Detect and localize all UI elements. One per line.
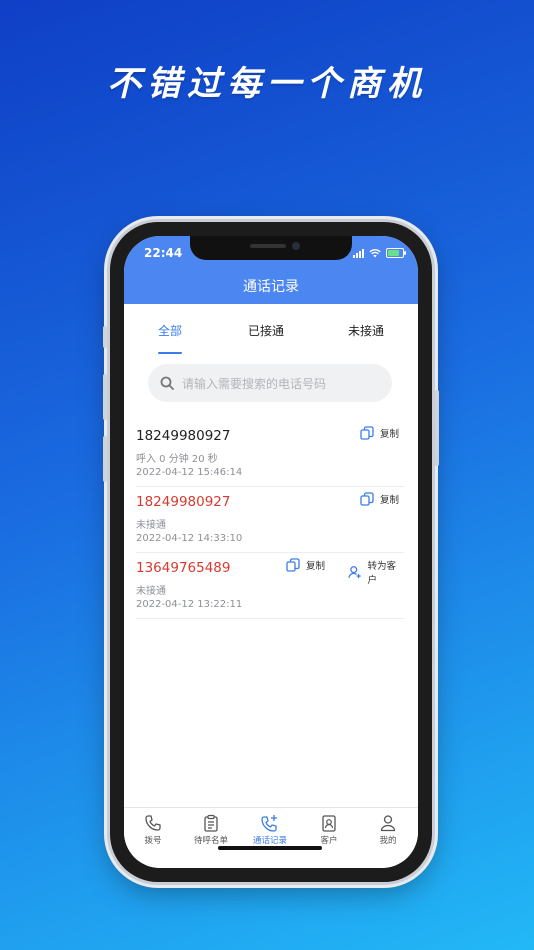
contact-card-icon [322, 815, 336, 832]
page-title: 通话记录 [243, 279, 299, 295]
header-bar: 22:44 通话记录 [124, 236, 418, 304]
tab-missed[interactable]: 未接通 [348, 322, 384, 339]
convert-label: 转为客户 [367, 561, 396, 586]
add-user-icon [348, 566, 361, 579]
mute-switch [103, 326, 107, 348]
status-icons [353, 248, 406, 258]
phone-icon [145, 815, 161, 831]
record-desc: 未接通 [136, 586, 166, 597]
copy-button[interactable]: 复制 [360, 492, 399, 506]
record-number: 18249980927 [136, 428, 231, 444]
notch [190, 236, 352, 260]
volume-up-button [103, 374, 107, 420]
record-desc: 未接通 [136, 520, 166, 531]
copy-label: 复制 [306, 561, 326, 572]
tabbar-label: 待呼名单 [193, 836, 228, 846]
copy-icon [286, 558, 300, 572]
tab-connected[interactable]: 已接通 [248, 322, 284, 339]
phone-plus-icon [261, 815, 277, 832]
copy-icon [360, 426, 374, 440]
status-time: 22:44 [144, 246, 183, 260]
tabbar-label: 拨号 [144, 836, 162, 846]
volume-down-button [103, 436, 107, 482]
tab-indicator [158, 352, 182, 354]
copy-button[interactable]: 复制 [360, 426, 399, 440]
call-record[interactable]: 13649765489 未接通 2022-04-12 13:22:11 复制 转… [136, 552, 404, 619]
app-screen: 22:44 通话记录 全部 已接通 未接通 请输入需要搜索的电话号码 18249… [124, 236, 418, 868]
battery-icon [386, 248, 406, 258]
home-indicator [218, 846, 322, 850]
tabbar-call-list[interactable]: 待呼名单 [182, 814, 240, 846]
tabbar-label: 客户 [320, 836, 338, 846]
search-icon [160, 376, 174, 390]
tabbar-call-records[interactable]: 通话记录 [241, 814, 299, 846]
copy-button[interactable]: 复制 [286, 558, 325, 572]
user-icon [380, 815, 396, 832]
copy-label: 复制 [380, 495, 400, 506]
tabbar-customers[interactable]: 客户 [300, 814, 358, 846]
wifi-icon [369, 248, 381, 257]
phone-frame: 22:44 通话记录 全部 已接通 未接通 请输入需要搜索的电话号码 18249… [103, 222, 439, 882]
call-record[interactable]: 18249980927 未接通 2022-04-12 14:33:10 复制 [136, 486, 404, 553]
search-placeholder: 请输入需要搜索的电话号码 [182, 376, 327, 391]
clipboard-icon [204, 814, 218, 832]
tabbar-label: 通话记录 [252, 836, 287, 846]
record-number: 13649765489 [136, 560, 231, 576]
power-button [435, 390, 439, 466]
copy-label: 复制 [380, 429, 400, 440]
record-desc: 呼入 0 分钟 20 秒 [136, 454, 218, 465]
tab-all[interactable]: 全部 [158, 322, 182, 339]
call-record[interactable]: 18249980927 呼入 0 分钟 20 秒 2022-04-12 15:4… [136, 420, 404, 487]
signal-icon [353, 248, 364, 258]
bottom-tab-bar: 拨号 待呼名单 通话记录 客户 我的 [124, 807, 418, 868]
record-time: 2022-04-12 14:33:10 [136, 533, 243, 544]
tabbar-dial[interactable]: 拨号 [124, 814, 182, 846]
headline: 不错过每一个商机 [107, 64, 427, 104]
tabbar-label: 我的 [379, 836, 397, 846]
record-number: 18249980927 [136, 494, 231, 510]
record-time: 2022-04-12 13:22:11 [136, 599, 243, 610]
filter-tabs: 全部 已接通 未接通 [124, 304, 418, 356]
tabbar-profile[interactable]: 我的 [359, 814, 417, 846]
copy-icon [360, 492, 374, 506]
search-input[interactable]: 请输入需要搜索的电话号码 [148, 364, 392, 402]
convert-to-customer-button[interactable]: 转为客户 [348, 558, 404, 586]
record-time: 2022-04-12 15:46:14 [136, 467, 243, 478]
